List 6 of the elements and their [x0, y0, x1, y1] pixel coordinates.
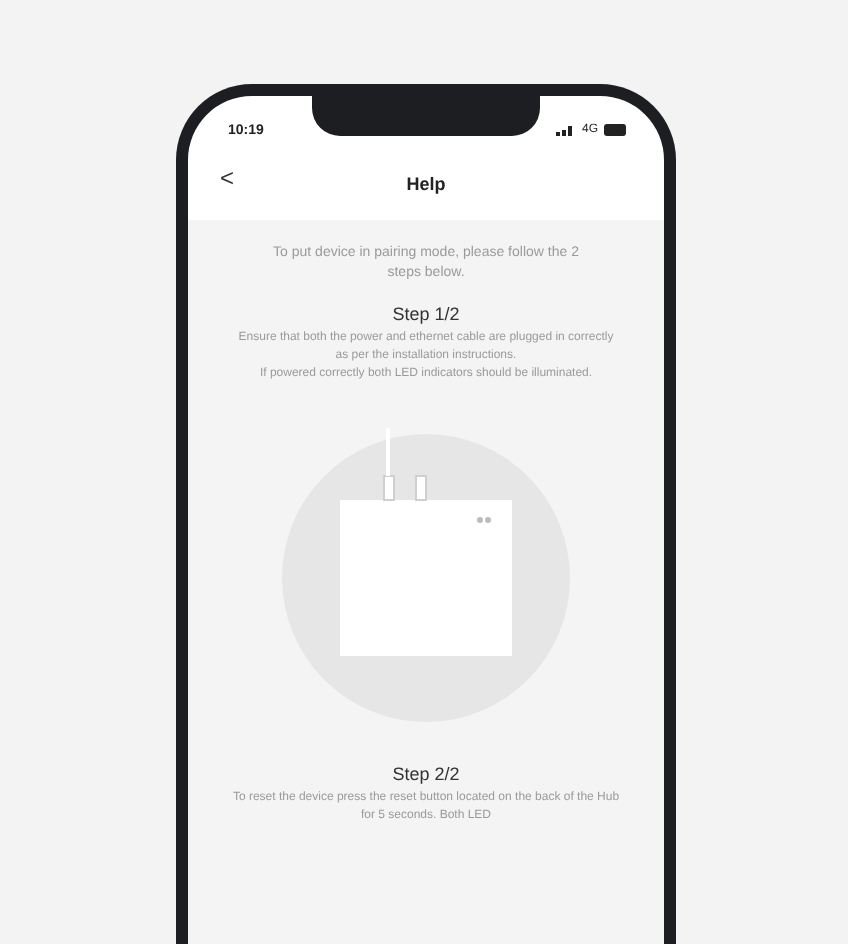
step-title: Step 2/2 — [392, 764, 460, 784]
back-button[interactable]: < — [220, 164, 235, 192]
page-title: Help — [406, 174, 446, 194]
step-title: Step 1/2 — [392, 304, 460, 324]
signal-icon — [555, 124, 576, 136]
battery-icon — [604, 124, 628, 136]
